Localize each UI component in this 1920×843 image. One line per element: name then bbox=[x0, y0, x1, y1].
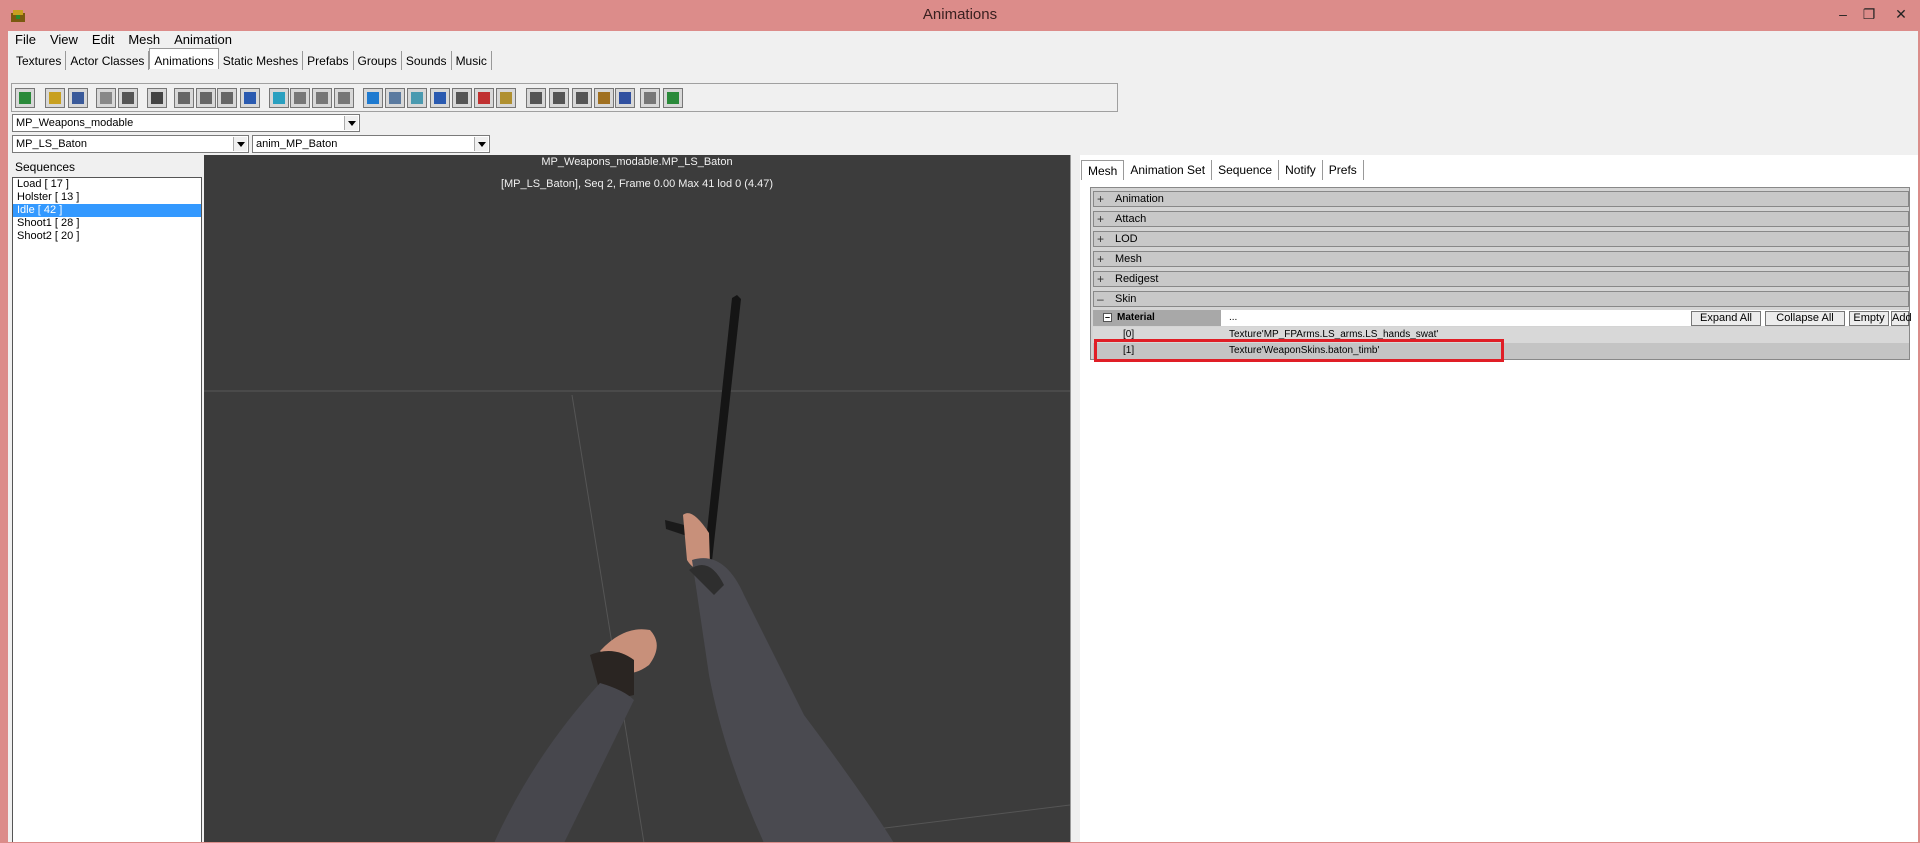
expand-icon[interactable]: + bbox=[1097, 192, 1104, 206]
toolbar bbox=[11, 83, 1118, 112]
sequences-label: Sequences bbox=[15, 160, 76, 174]
viewport-scene bbox=[204, 295, 1070, 843]
mesh-combo-value: MP_LS_Baton bbox=[16, 138, 87, 150]
wire-icon[interactable] bbox=[385, 88, 405, 108]
empty-button[interactable]: Empty bbox=[1849, 311, 1889, 326]
browser-tabs: Textures Actor Classes Animations Static… bbox=[12, 48, 492, 72]
export-icon[interactable] bbox=[663, 88, 683, 108]
category-animation[interactable]: + Animation bbox=[1093, 191, 1909, 207]
category-attach[interactable]: + Attach bbox=[1093, 211, 1909, 227]
save-icon[interactable] bbox=[68, 88, 88, 108]
tab-prefabs[interactable]: Prefabs bbox=[303, 51, 354, 70]
menu-view[interactable]: View bbox=[43, 31, 85, 47]
tab-actor-classes[interactable]: Actor Classes bbox=[66, 51, 150, 70]
list-item[interactable]: Shoot2 [ 20 ] bbox=[13, 230, 201, 243]
expand-icon[interactable]: + bbox=[1097, 212, 1104, 226]
mesh-a-icon[interactable] bbox=[290, 88, 310, 108]
chevron-down-icon[interactable] bbox=[474, 137, 488, 151]
anim-combo[interactable]: anim_MP_Baton bbox=[252, 135, 490, 153]
mesh-prop-2-icon[interactable] bbox=[196, 88, 216, 108]
window-title: Animations bbox=[922, 6, 998, 23]
grid-icon[interactable] bbox=[407, 88, 427, 108]
tab-prefs[interactable]: Prefs bbox=[1323, 160, 1364, 180]
bone-icon[interactable] bbox=[474, 88, 494, 108]
mesh-properties-tabs: Mesh Animation Set Sequence Notify Prefs bbox=[1081, 160, 1364, 180]
lod-1-icon[interactable] bbox=[526, 88, 546, 108]
expand-icon[interactable]: + bbox=[1097, 252, 1104, 266]
list-item[interactable]: Shoot1 [ 28 ] bbox=[13, 217, 201, 230]
category-mesh[interactable]: + Mesh bbox=[1093, 251, 1909, 267]
tab-groups[interactable]: Groups bbox=[354, 51, 402, 70]
mesh-combo[interactable]: MP_LS_Baton bbox=[12, 135, 249, 153]
expand-icon[interactable]: + bbox=[1097, 232, 1104, 246]
normals-icon[interactable] bbox=[452, 88, 472, 108]
menu-file[interactable]: File bbox=[8, 31, 43, 47]
find-icon[interactable] bbox=[118, 88, 138, 108]
open-icon[interactable] bbox=[45, 88, 65, 108]
tab-animations[interactable]: Animations bbox=[149, 48, 219, 69]
annotation-highlight-box bbox=[1094, 339, 1504, 362]
restore-button[interactable]: ❐ bbox=[1858, 4, 1880, 24]
title-bar: Animations – ❐ ✕ bbox=[0, 0, 1920, 31]
clone-icon[interactable] bbox=[640, 88, 660, 108]
property-grid: + Animation + Attach + LOD + Mesh + Redigest … bbox=[1090, 187, 1912, 360]
menu-animation[interactable]: Animation bbox=[167, 31, 239, 47]
chevron-down-icon[interactable] bbox=[233, 137, 247, 151]
list-item[interactable]: Load [ 17 ] bbox=[13, 178, 201, 191]
mesh-c-icon[interactable] bbox=[334, 88, 354, 108]
list-item-selected[interactable]: Idle [ 42 ] bbox=[13, 204, 201, 217]
tab-animation-set[interactable]: Animation Set bbox=[1124, 160, 1213, 180]
collapse-icon[interactable]: – bbox=[1097, 292, 1104, 306]
sequences-list[interactable]: Load [ 17 ] Holster [ 13 ] Idle [ 42 ] S… bbox=[12, 177, 202, 843]
material-row[interactable]: – Material ... Expand All Collapse All E… bbox=[1093, 310, 1912, 326]
collapse-all-button[interactable]: Collapse All bbox=[1765, 311, 1845, 326]
tab-music[interactable]: Music bbox=[452, 51, 492, 70]
category-skin[interactable]: – Skin bbox=[1093, 291, 1909, 307]
add-button[interactable]: Add bbox=[1891, 311, 1912, 326]
lod-5-icon[interactable] bbox=[615, 88, 635, 108]
mesh-prop-3-icon[interactable] bbox=[217, 88, 237, 108]
import-icon[interactable] bbox=[15, 88, 35, 108]
package-combo[interactable]: MP_Weapons_modable bbox=[12, 114, 360, 132]
category-lod[interactable]: + LOD bbox=[1093, 231, 1909, 247]
collapse-icon[interactable]: – bbox=[1103, 313, 1112, 322]
mesh-b-icon[interactable] bbox=[312, 88, 332, 108]
material-label: – Material bbox=[1093, 310, 1221, 326]
chevron-down-icon[interactable] bbox=[344, 116, 358, 130]
skeleton-icon[interactable] bbox=[430, 88, 450, 108]
tab-mesh[interactable]: Mesh bbox=[1081, 160, 1125, 180]
category-redigest[interactable]: + Redigest bbox=[1093, 271, 1909, 287]
pivot-icon[interactable] bbox=[269, 88, 289, 108]
anim-combo-value: anim_MP_Baton bbox=[256, 138, 338, 150]
link-icon[interactable] bbox=[240, 88, 260, 108]
bounds-icon[interactable] bbox=[496, 88, 516, 108]
expand-all-button[interactable]: Expand All bbox=[1691, 311, 1761, 326]
close-button[interactable]: ✕ bbox=[1890, 4, 1912, 24]
tab-sounds[interactable]: Sounds bbox=[402, 51, 452, 70]
list-item[interactable]: Holster [ 13 ] bbox=[13, 191, 201, 204]
tab-sequence[interactable]: Sequence bbox=[1212, 160, 1280, 180]
menu-edit[interactable]: Edit bbox=[85, 31, 121, 47]
3d-viewport[interactable]: MP_Weapons_modable.MP_LS_Baton [MP_LS_Ba… bbox=[204, 155, 1070, 843]
tab-static-meshes[interactable]: Static Meshes bbox=[219, 51, 304, 70]
lod-2-icon[interactable] bbox=[549, 88, 569, 108]
lod-3-icon[interactable] bbox=[572, 88, 592, 108]
lod-4-icon[interactable] bbox=[594, 88, 614, 108]
package-combo-value: MP_Weapons_modable bbox=[16, 117, 134, 129]
mesh-prop-1-icon[interactable] bbox=[174, 88, 194, 108]
tab-notify[interactable]: Notify bbox=[1279, 160, 1323, 180]
minimize-button[interactable]: – bbox=[1832, 4, 1854, 24]
window-frame-left bbox=[0, 31, 8, 843]
bake-icon[interactable] bbox=[147, 88, 167, 108]
copy-icon[interactable] bbox=[96, 88, 116, 108]
expand-icon[interactable]: + bbox=[1097, 272, 1104, 286]
menu-mesh[interactable]: Mesh bbox=[121, 31, 167, 47]
panel-splitter[interactable] bbox=[1070, 155, 1080, 843]
cylinder-icon[interactable] bbox=[363, 88, 383, 108]
tab-textures[interactable]: Textures bbox=[12, 51, 67, 70]
